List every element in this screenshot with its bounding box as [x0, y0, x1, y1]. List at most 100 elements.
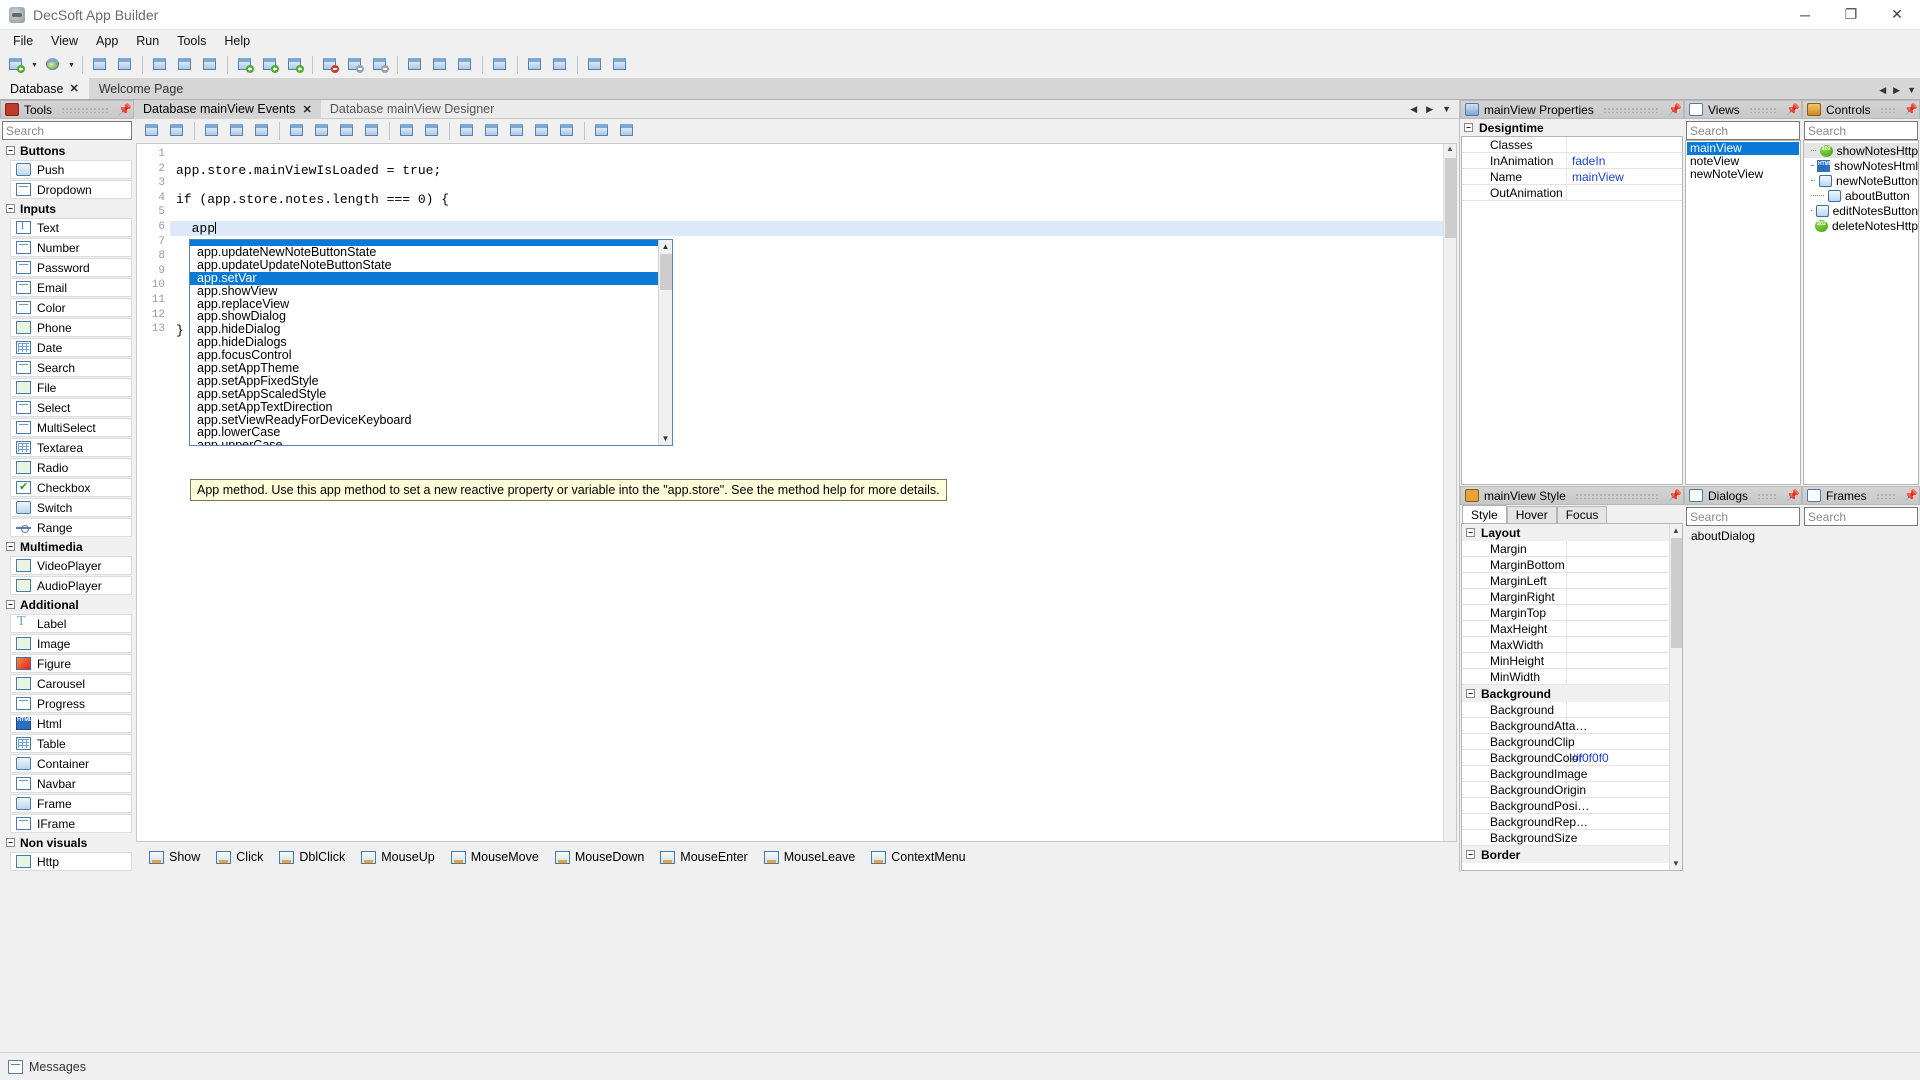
- property-value[interactable]: fadeIn: [1567, 154, 1682, 168]
- save-file-icon[interactable]: [165, 120, 189, 142]
- style-section-border[interactable]: − Border: [1462, 846, 1669, 863]
- remove-frame-icon[interactable]: [368, 54, 392, 76]
- dialogs-search-input[interactable]: Search: [1686, 507, 1800, 526]
- autocomplete-popup[interactable]: app.updateNewNoteButtonState app.updateUp…: [189, 239, 673, 446]
- control-tree-item[interactable]: editNotesButton: [1804, 203, 1918, 218]
- tool-item-password[interactable]: Password: [10, 258, 132, 277]
- goto-icon[interactable]: [455, 120, 479, 142]
- find-prev-icon[interactable]: [530, 120, 554, 142]
- autocomplete-item[interactable]: app.setAppFixedStyle: [190, 375, 672, 388]
- code-line[interactable]: [170, 148, 1443, 163]
- tool-item-push[interactable]: Push: [10, 160, 132, 179]
- collapse-icon[interactable]: −: [6, 146, 15, 155]
- menu-run[interactable]: Run: [127, 31, 168, 51]
- control-tree-item[interactable]: deleteNotesHttp: [1804, 218, 1918, 233]
- tab-focus[interactable]: Focus: [1556, 506, 1608, 523]
- tool-item-number[interactable]: Number: [10, 238, 132, 257]
- sort-az-icon[interactable]: [200, 120, 224, 142]
- tools-list[interactable]: −ButtonsPushDropdown−InputsTextNumberPas…: [0, 140, 134, 872]
- redo-icon[interactable]: [420, 120, 444, 142]
- style-row[interactable]: Background: [1462, 701, 1669, 718]
- collapse-icon[interactable]: −: [1466, 528, 1475, 537]
- menu-help[interactable]: Help: [215, 31, 259, 51]
- style-row[interactable]: MarginTop: [1462, 604, 1669, 621]
- tools-search-input[interactable]: Search: [2, 121, 132, 140]
- scroll-thumb[interactable]: [1444, 158, 1456, 238]
- tools-group-non-visuals[interactable]: − Non visuals: [2, 834, 132, 851]
- close-icon[interactable]: ✕: [70, 82, 79, 95]
- style-row[interactable]: BackgroundAtta…: [1462, 717, 1669, 734]
- remove-view-icon[interactable]: [318, 54, 342, 76]
- style-section-layout[interactable]: − Layout: [1462, 524, 1669, 541]
- tool-item-image[interactable]: Image: [10, 634, 132, 653]
- collapse-icon[interactable]: −: [6, 542, 15, 551]
- autocomplete-item[interactable]: app.setAppTextDirection: [190, 400, 672, 414]
- format-code-icon[interactable]: [225, 120, 249, 142]
- export-pdf-icon[interactable]: [615, 120, 639, 142]
- app-settings-icon[interactable]: [453, 54, 477, 76]
- style-row[interactable]: BackgroundSize: [1462, 829, 1669, 846]
- find-next-icon[interactable]: [555, 120, 579, 142]
- property-row[interactable]: Name mainView: [1462, 168, 1682, 185]
- tool-item-frame[interactable]: Frame: [10, 794, 132, 813]
- pin-icon[interactable]: 📌: [1668, 103, 1682, 116]
- autocomplete-item[interactable]: app.setVar: [190, 271, 672, 285]
- color-grid-icon[interactable]: [250, 120, 274, 142]
- property-row[interactable]: OutAnimation: [1462, 184, 1682, 201]
- controls-search-input[interactable]: Search: [1804, 121, 1918, 140]
- event-tab-mouseup[interactable]: MouseUp: [354, 847, 442, 867]
- tools-group-inputs[interactable]: − Inputs: [2, 200, 132, 217]
- remove-dialog-icon[interactable]: [343, 54, 367, 76]
- properties-category-designtime[interactable]: − Designtime: [1460, 119, 1684, 136]
- doc-tab-database[interactable]: Database ✕: [0, 78, 89, 99]
- pin-icon[interactable]: 📌: [1904, 489, 1918, 502]
- menu-app[interactable]: App: [87, 31, 127, 51]
- menu-tools[interactable]: Tools: [168, 31, 215, 51]
- tab-list-icon[interactable]: ▼: [1442, 104, 1451, 115]
- code-editor[interactable]: 1 2 3 4 5 6 7 8 9 10 11 12 13 app.store.mainViewIsLo…: [136, 143, 1457, 842]
- tool-item-textarea[interactable]: Textarea: [10, 438, 132, 457]
- autocomplete-item[interactable]: app.updateNewNoteButtonState: [190, 246, 672, 259]
- replace-icon[interactable]: [505, 120, 529, 142]
- style-row[interactable]: BackgroundPosi…: [1462, 797, 1669, 814]
- style-row[interactable]: BackgroundClip: [1462, 733, 1669, 750]
- scroll-thumb[interactable]: [1670, 538, 1682, 648]
- pin-icon[interactable]: 📌: [118, 103, 132, 116]
- tool-item-audioplayer[interactable]: AudioPlayer: [10, 576, 132, 595]
- tab-hover[interactable]: Hover: [1506, 506, 1557, 523]
- event-tab-mousemove[interactable]: MouseMove: [444, 847, 546, 867]
- event-tab-show[interactable]: Show: [142, 847, 207, 867]
- view-list-item[interactable]: newNoteView: [1687, 168, 1799, 181]
- style-vertical-scrollbar[interactable]: ▲ ▼: [1669, 524, 1682, 870]
- insert-snippet-icon[interactable]: [285, 120, 309, 142]
- style-row[interactable]: Margin: [1462, 540, 1669, 557]
- tool-item-label[interactable]: Label: [10, 614, 132, 633]
- style-row[interactable]: BackgroundOrigin: [1462, 781, 1669, 798]
- tool-item-html[interactable]: Html: [10, 714, 132, 733]
- close-icon[interactable]: ✕: [303, 103, 312, 116]
- autocomplete-item[interactable]: app.upperCase: [190, 439, 672, 445]
- open-app-icon[interactable]: [88, 54, 112, 76]
- tool-item-iframe[interactable]: IFrame: [10, 814, 132, 833]
- recent-apps-dropdown-arrow[interactable]: ▼: [66, 54, 77, 76]
- event-tab-contextmenu[interactable]: ContextMenu: [864, 847, 972, 867]
- style-row[interactable]: MarginRight: [1462, 588, 1669, 605]
- tool-item-checkbox[interactable]: Checkbox: [10, 478, 132, 497]
- paste-icon[interactable]: [335, 120, 359, 142]
- stop-app-icon[interactable]: [548, 54, 572, 76]
- style-section-background[interactable]: − Background: [1462, 685, 1669, 702]
- style-grid[interactable]: − Layout Margin MarginBottom MarginLeft Margi…: [1461, 523, 1683, 871]
- run-app-icon[interactable]: [523, 54, 547, 76]
- tools-group-additional[interactable]: − Additional: [2, 596, 132, 613]
- add-frame-icon[interactable]: [283, 54, 307, 76]
- cut-icon[interactable]: [310, 120, 334, 142]
- autocomplete-item[interactable]: app.setAppTheme: [190, 362, 672, 375]
- style-row[interactable]: MaxHeight: [1462, 620, 1669, 637]
- maximize-button[interactable]: ❐: [1828, 0, 1874, 30]
- save-as-icon[interactable]: [173, 54, 197, 76]
- tool-item-videoplayer[interactable]: VideoPlayer: [10, 556, 132, 575]
- control-tree-item[interactable]: newNoteButton: [1804, 173, 1918, 188]
- tool-item-carousel[interactable]: Carousel: [10, 674, 132, 693]
- tab-next-icon[interactable]: ▶: [1426, 104, 1433, 115]
- tool-item-navbar[interactable]: Navbar: [10, 774, 132, 793]
